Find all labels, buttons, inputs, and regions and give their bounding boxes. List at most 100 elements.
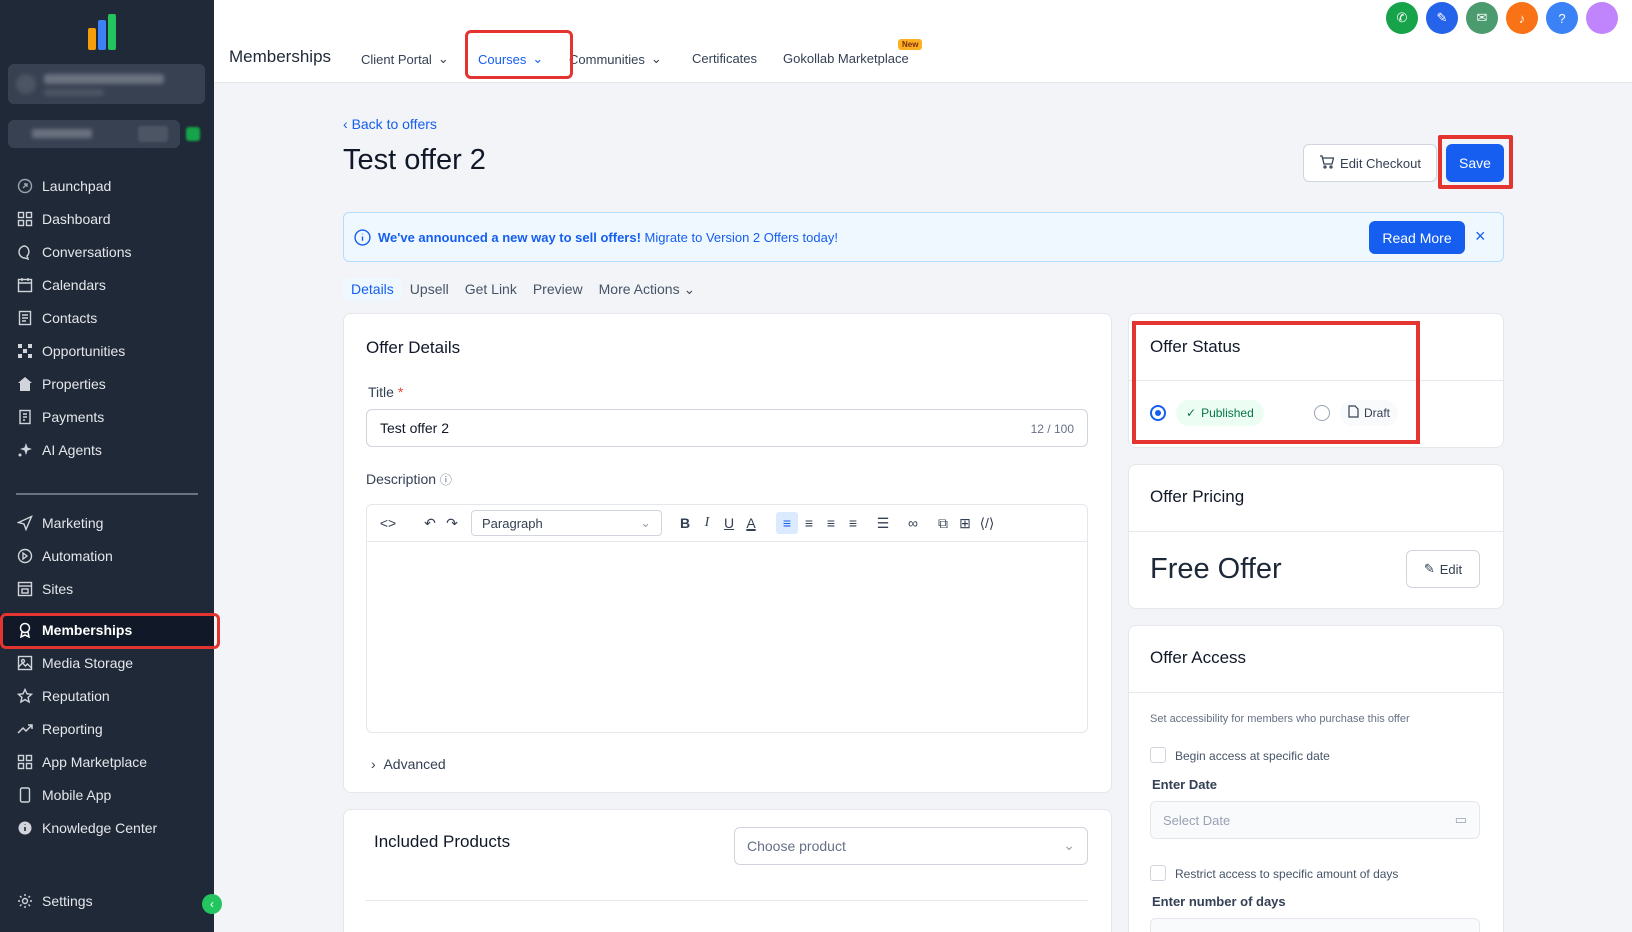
tab-client-portal[interactable]: Client Portal ⌄ [361,51,449,67]
sidebar-item-app-marketplace[interactable]: App Marketplace [0,746,214,778]
chat-bubble-icon[interactable]: ✉ [1466,2,1498,34]
choose-product-select[interactable]: Choose product ⌄ [734,827,1088,865]
html-icon[interactable]: ⟨/⟩ [976,512,998,534]
sidebar-item-reputation[interactable]: Reputation [0,680,214,712]
avatar[interactable] [1586,2,1618,34]
info-icon [17,820,33,836]
sidebar-item-sites[interactable]: Sites [0,573,214,605]
banner-text[interactable]: Migrate to Version 2 Offers today! [645,230,838,245]
align-center-icon[interactable]: ≡ [798,512,820,534]
tab-more-actions[interactable]: More Actions ⌄ [591,278,704,301]
sidebar-item-ai-agents[interactable]: AI Agents [0,434,214,466]
home-icon [17,376,33,392]
tab-certificates[interactable]: Certificates [692,51,757,66]
top-bar: Memberships Client Portal ⌄ Courses ⌄ Comm… [214,0,1632,83]
sidebar-item-reporting[interactable]: Reporting [0,713,214,745]
undo-icon[interactable]: ↶ [419,512,441,534]
link-icon[interactable]: ∞ [902,512,924,534]
table-icon[interactable]: ⊞ [954,512,976,534]
access-description: Set accessibility for members who purcha… [1150,713,1410,725]
save-highlight [1438,135,1513,189]
date-input[interactable]: Select Date ▭ [1150,801,1480,839]
restrict-days-label: Restrict access to specific amount of da… [1175,867,1399,881]
quick-action-icon[interactable] [186,127,200,141]
back-link[interactable]: ‹ Back to offers [343,116,437,132]
grid-icon [17,211,33,227]
chevron-down-icon: ⌄ [437,51,449,66]
sidebar-item-label: Contacts [42,310,98,326]
divider [1129,692,1503,693]
pencil-icon: ✎ [1423,561,1435,576]
chat-icon [17,244,33,260]
align-left-icon[interactable]: ≡ [776,512,798,534]
paragraph-select[interactable]: Paragraph ⌄ [471,510,662,536]
sidebar-item-label: Payments [42,409,105,425]
sidebar-item-mobile-app[interactable]: Mobile App [0,779,214,811]
italic-icon[interactable]: I [696,512,718,534]
redo-icon[interactable]: ↷ [441,512,463,534]
tab-get-link[interactable]: Get Link [457,278,525,301]
begin-specific-date-label: Begin access at specific date [1175,749,1330,763]
begin-specific-date-checkbox[interactable] [1150,747,1166,763]
sidebar-item-settings[interactable]: Settings [0,885,214,917]
sidebar-item-payments[interactable]: Payments [0,401,214,433]
sidebar-item-conversations[interactable]: Conversations [0,236,214,268]
tab-preview[interactable]: Preview [525,278,591,301]
tab-communities[interactable]: Communities ⌄ [569,51,662,67]
align-justify-icon[interactable]: ≡ [842,512,864,534]
edit-checkout-button[interactable]: Edit Checkout [1303,144,1437,182]
send-icon [17,515,33,531]
sites-icon [17,581,33,597]
account-switcher[interactable] [8,64,205,104]
edit-pricing-button[interactable]: ✎ Edit [1406,550,1480,588]
mobile-icon [17,787,33,803]
close-icon[interactable]: × [1475,226,1486,247]
calendar-icon [17,277,33,293]
restrict-days-checkbox[interactable] [1150,865,1166,881]
collapse-sidebar-button[interactable]: ‹ [202,894,222,914]
rocket-icon [17,178,33,194]
sidebar-item-dashboard[interactable]: Dashboard [0,203,214,235]
contacts-icon [17,310,33,326]
text-color-icon[interactable]: A [740,512,762,534]
tab-details[interactable]: Details [343,278,402,301]
new-badge: New [898,39,923,50]
sidebar-item-marketing[interactable]: Marketing [0,507,214,539]
days-input[interactable] [1150,918,1480,932]
read-more-button[interactable]: Read More [1369,221,1465,254]
code-view-icon[interactable]: <> [375,512,401,534]
network-icon [17,343,33,359]
title-input[interactable]: Test offer 2 12 / 100 [366,409,1088,447]
sidebar-item-launchpad[interactable]: Launchpad [0,170,214,202]
bell-icon[interactable]: ♪ [1506,2,1538,34]
embed-icon[interactable]: ⧉ [932,512,954,534]
sidebar-item-opportunities[interactable]: Opportunities [0,335,214,367]
phone-icon[interactable]: ✆ [1386,2,1418,34]
courses-highlight [465,30,573,79]
description-label: Description ⓘ [366,471,452,488]
sidebar-item-properties[interactable]: Properties [0,368,214,400]
page-title: Test offer 2 [343,144,486,176]
apps-icon [17,754,33,770]
advanced-toggle[interactable]: › Advanced [371,756,446,772]
sidebar-item-contacts[interactable]: Contacts [0,302,214,334]
description-editor[interactable] [366,541,1088,733]
tab-label: Communities [569,51,645,67]
sidebar-item-automation[interactable]: Automation [0,540,214,572]
bold-icon[interactable]: B [674,512,696,534]
underline-icon[interactable]: U [718,512,740,534]
tab-gokollab-marketplace[interactable]: Gokollab Marketplace [783,51,909,66]
sidebar-item-label: Conversations [42,244,132,260]
sidebar-item-media-storage[interactable]: Media Storage [0,647,214,679]
tab-upsell[interactable]: Upsell [402,278,457,301]
help-icon[interactable]: ? [1546,2,1578,34]
megaphone-icon[interactable]: ✎ [1426,2,1458,34]
sidebar-item-knowledge-center[interactable]: Knowledge Center [0,812,214,844]
align-right-icon[interactable]: ≡ [820,512,842,534]
bullet-list-icon[interactable]: ☰ [872,512,894,534]
tab-label: More Actions [598,281,680,297]
automation-icon [17,548,33,564]
sidebar-search[interactable] [8,120,180,148]
info-icon[interactable]: ⓘ [440,473,452,487]
sidebar-item-calendars[interactable]: Calendars [0,269,214,301]
